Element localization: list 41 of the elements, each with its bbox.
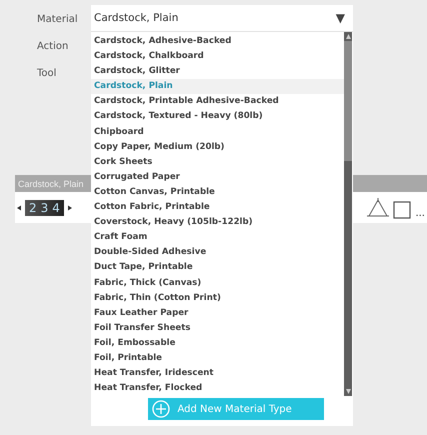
material-option[interactable]: Foil Transfer Sheets	[91, 320, 344, 336]
material-option[interactable]: Fabric, Thick (Canvas)	[91, 276, 344, 291]
material-option[interactable]: Cork Sheets	[91, 154, 344, 170]
scroll-thumb[interactable]	[344, 41, 352, 161]
triangle-icon[interactable]	[367, 196, 390, 218]
material-option[interactable]: Copy Paper, Medium (20lb)	[91, 140, 344, 155]
material-option[interactable]: Cardstock, Glitter	[91, 64, 344, 80]
material-option[interactable]: Craft Foam	[91, 230, 344, 246]
field-label: Material	[37, 13, 79, 27]
material-option[interactable]: Fabric, Thin (Cotton Print)	[91, 290, 344, 306]
field-label: Action	[37, 40, 70, 54]
material-option[interactable]: Coverstock, Heavy (105lb-122lb)	[91, 215, 344, 230]
page-number[interactable]: 4	[52, 200, 60, 214]
square-icon[interactable]	[393, 200, 412, 218]
plus-circle-icon	[152, 400, 170, 418]
material-option[interactable]: Cotton Fabric, Printable	[91, 200, 344, 216]
material-option[interactable]: Chipboard	[91, 124, 344, 140]
page-number[interactable]: 2	[29, 200, 37, 214]
page-number[interactable]: 3	[40, 200, 48, 214]
material-select[interactable]: Cardstock, Plain ▼	[91, 5, 353, 32]
material-option[interactable]: Cotton Canvas, Printable	[91, 184, 344, 200]
material-option[interactable]: Duct Tape, Printable	[91, 260, 344, 276]
field-label: Tool	[37, 67, 58, 81]
material-option[interactable]: Foil, Embossable	[91, 336, 344, 351]
material-option[interactable]: Cardstock, Chalkboard	[91, 49, 344, 64]
material-option[interactable]: Heat Transfer, Iridescent	[91, 366, 344, 382]
material-option[interactable]: Heat Transfer, Flocked	[91, 381, 344, 396]
more-button[interactable]: ...	[415, 208, 425, 218]
material-option[interactable]: Faux Leather Paper	[91, 306, 344, 321]
material-option[interactable]: Corrugated Paper	[91, 170, 344, 185]
right-arrow-icon[interactable]	[66, 204, 72, 210]
scrollbar[interactable]	[344, 32, 352, 396]
scroll-down-icon[interactable]	[344, 388, 352, 396]
left-arrow-icon[interactable]	[17, 204, 23, 210]
material-option[interactable]: Cardstock, Textured - Heavy (80lb)	[91, 109, 344, 125]
page-strip[interactable]: 2 3 4	[25, 200, 64, 216]
material-option[interactable]: Cardstock, Printable Adhesive-Backed	[91, 94, 344, 110]
material-option[interactable]: Double-Sided Adhesive	[91, 245, 344, 260]
material-option[interactable]: Foil, Printable	[91, 350, 344, 366]
material-title: Cardstock, Plain	[17, 178, 84, 188]
material-option[interactable]: Cardstock, Adhesive-Backed	[91, 34, 344, 50]
